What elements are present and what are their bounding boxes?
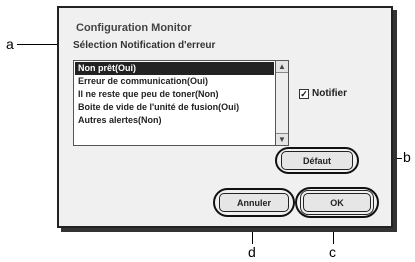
notification-list[interactable]: Non prêt(Oui) Erreur de communication(Ou… [73,60,289,146]
configuration-dialog: Configuration Monitor Sélection Notifica… [57,6,393,228]
triangle-down-icon[interactable]: ▼ [276,133,288,145]
notification-list-items: Non prêt(Oui) Erreur de communication(Ou… [75,62,274,144]
list-item[interactable]: Il ne reste que peu de toner(Non) [75,88,274,101]
callout-c: c [329,244,336,260]
cancel-button[interactable]: Annuler [219,193,289,212]
default-button[interactable]: Défaut [281,151,353,170]
callout-a: a [6,36,14,52]
notify-checkbox[interactable]: ✓ [299,88,309,99]
section-label: Sélection Notification d'erreur [73,40,216,51]
callout-b: b [403,149,411,165]
notify-label: Notifier [312,88,347,99]
checkmark-icon: ✓ [300,88,308,99]
ok-button[interactable]: OK [303,193,371,212]
list-scrollbar[interactable]: ▲ ▼ [275,61,288,145]
list-item[interactable]: Autres alertes(Non) [75,114,274,127]
triangle-up-icon[interactable]: ▲ [276,61,288,73]
list-item[interactable]: Boite de vide de l'unité de fusion(Oui) [75,101,274,114]
notify-checkbox-group[interactable]: ✓ Notifier [299,88,347,99]
list-item[interactable]: Non prêt(Oui) [75,62,274,75]
list-item[interactable]: Erreur de communication(Oui) [75,75,274,88]
callout-d: d [248,244,256,260]
dialog-title: Configuration Monitor [76,22,192,34]
